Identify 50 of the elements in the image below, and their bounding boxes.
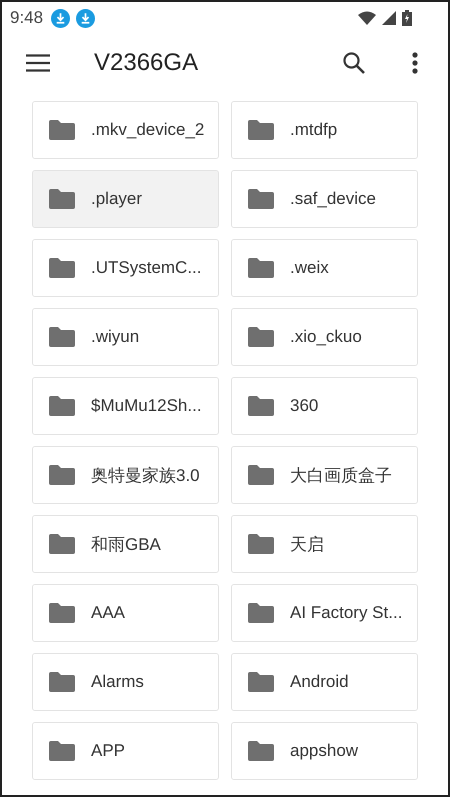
folder-item[interactable]: AI Factory St... xyxy=(231,584,418,642)
download-icon xyxy=(76,8,96,28)
folder-icon xyxy=(248,603,274,623)
folder-icon xyxy=(248,189,274,209)
folder-item[interactable]: 大白画质盒子 xyxy=(231,446,418,504)
folder-icon xyxy=(49,189,75,209)
folder-item[interactable]: .mkv_device_2 xyxy=(32,101,219,159)
folder-icon xyxy=(248,258,274,278)
folder-item[interactable]: AAA xyxy=(32,584,219,642)
folder-item[interactable]: .wiyun xyxy=(32,308,219,366)
folder-item[interactable]: .player xyxy=(32,170,219,228)
folder-item[interactable]: $MuMu12Sh... xyxy=(32,377,219,435)
folder-icon xyxy=(49,534,75,554)
folder-item[interactable]: 和雨GBA xyxy=(32,515,219,573)
status-time: 9:48 xyxy=(10,8,44,28)
folder-item[interactable]: APP xyxy=(32,722,219,780)
folder-item[interactable]: 奥特曼家族3.0 xyxy=(32,446,219,504)
folder-icon xyxy=(248,534,274,554)
folder-item[interactable]: .xio_ckuo xyxy=(231,308,418,366)
folder-item[interactable]: .saf_device xyxy=(231,170,418,228)
folder-item[interactable]: Android xyxy=(231,653,418,711)
folder-icon xyxy=(49,396,75,416)
more-options-icon[interactable] xyxy=(412,52,418,74)
folder-icon xyxy=(49,258,75,278)
battery-icon xyxy=(402,10,412,26)
folder-icon xyxy=(49,327,75,347)
folder-item[interactable]: .UTSystemC... xyxy=(32,239,219,297)
folder-item[interactable]: appshow xyxy=(231,722,418,780)
folder-icon xyxy=(248,672,274,692)
folder-item[interactable]: 360 xyxy=(231,377,418,435)
folder-item[interactable]: .mtdfp xyxy=(231,101,418,159)
folder-item[interactable]: 天启 xyxy=(231,515,418,573)
folder-icon xyxy=(49,741,75,761)
menu-icon[interactable] xyxy=(26,54,50,72)
search-icon[interactable] xyxy=(342,51,366,75)
window-title: V2366GA xyxy=(94,49,198,77)
folder-icon xyxy=(248,741,274,761)
folder-icon xyxy=(49,672,75,692)
folder-item[interactable]: .weix xyxy=(231,239,418,297)
folder-icon xyxy=(248,396,274,416)
download-icon xyxy=(51,8,70,28)
wifi-icon xyxy=(358,11,376,25)
folder-item[interactable]: Alarms xyxy=(32,653,219,711)
folder-icon xyxy=(248,465,274,485)
folder-icon xyxy=(248,120,274,140)
signal-icon xyxy=(382,11,396,25)
folder-icon xyxy=(49,465,75,485)
folder-icon xyxy=(248,327,274,347)
folder-icon xyxy=(49,603,75,623)
folder-icon xyxy=(49,120,75,140)
